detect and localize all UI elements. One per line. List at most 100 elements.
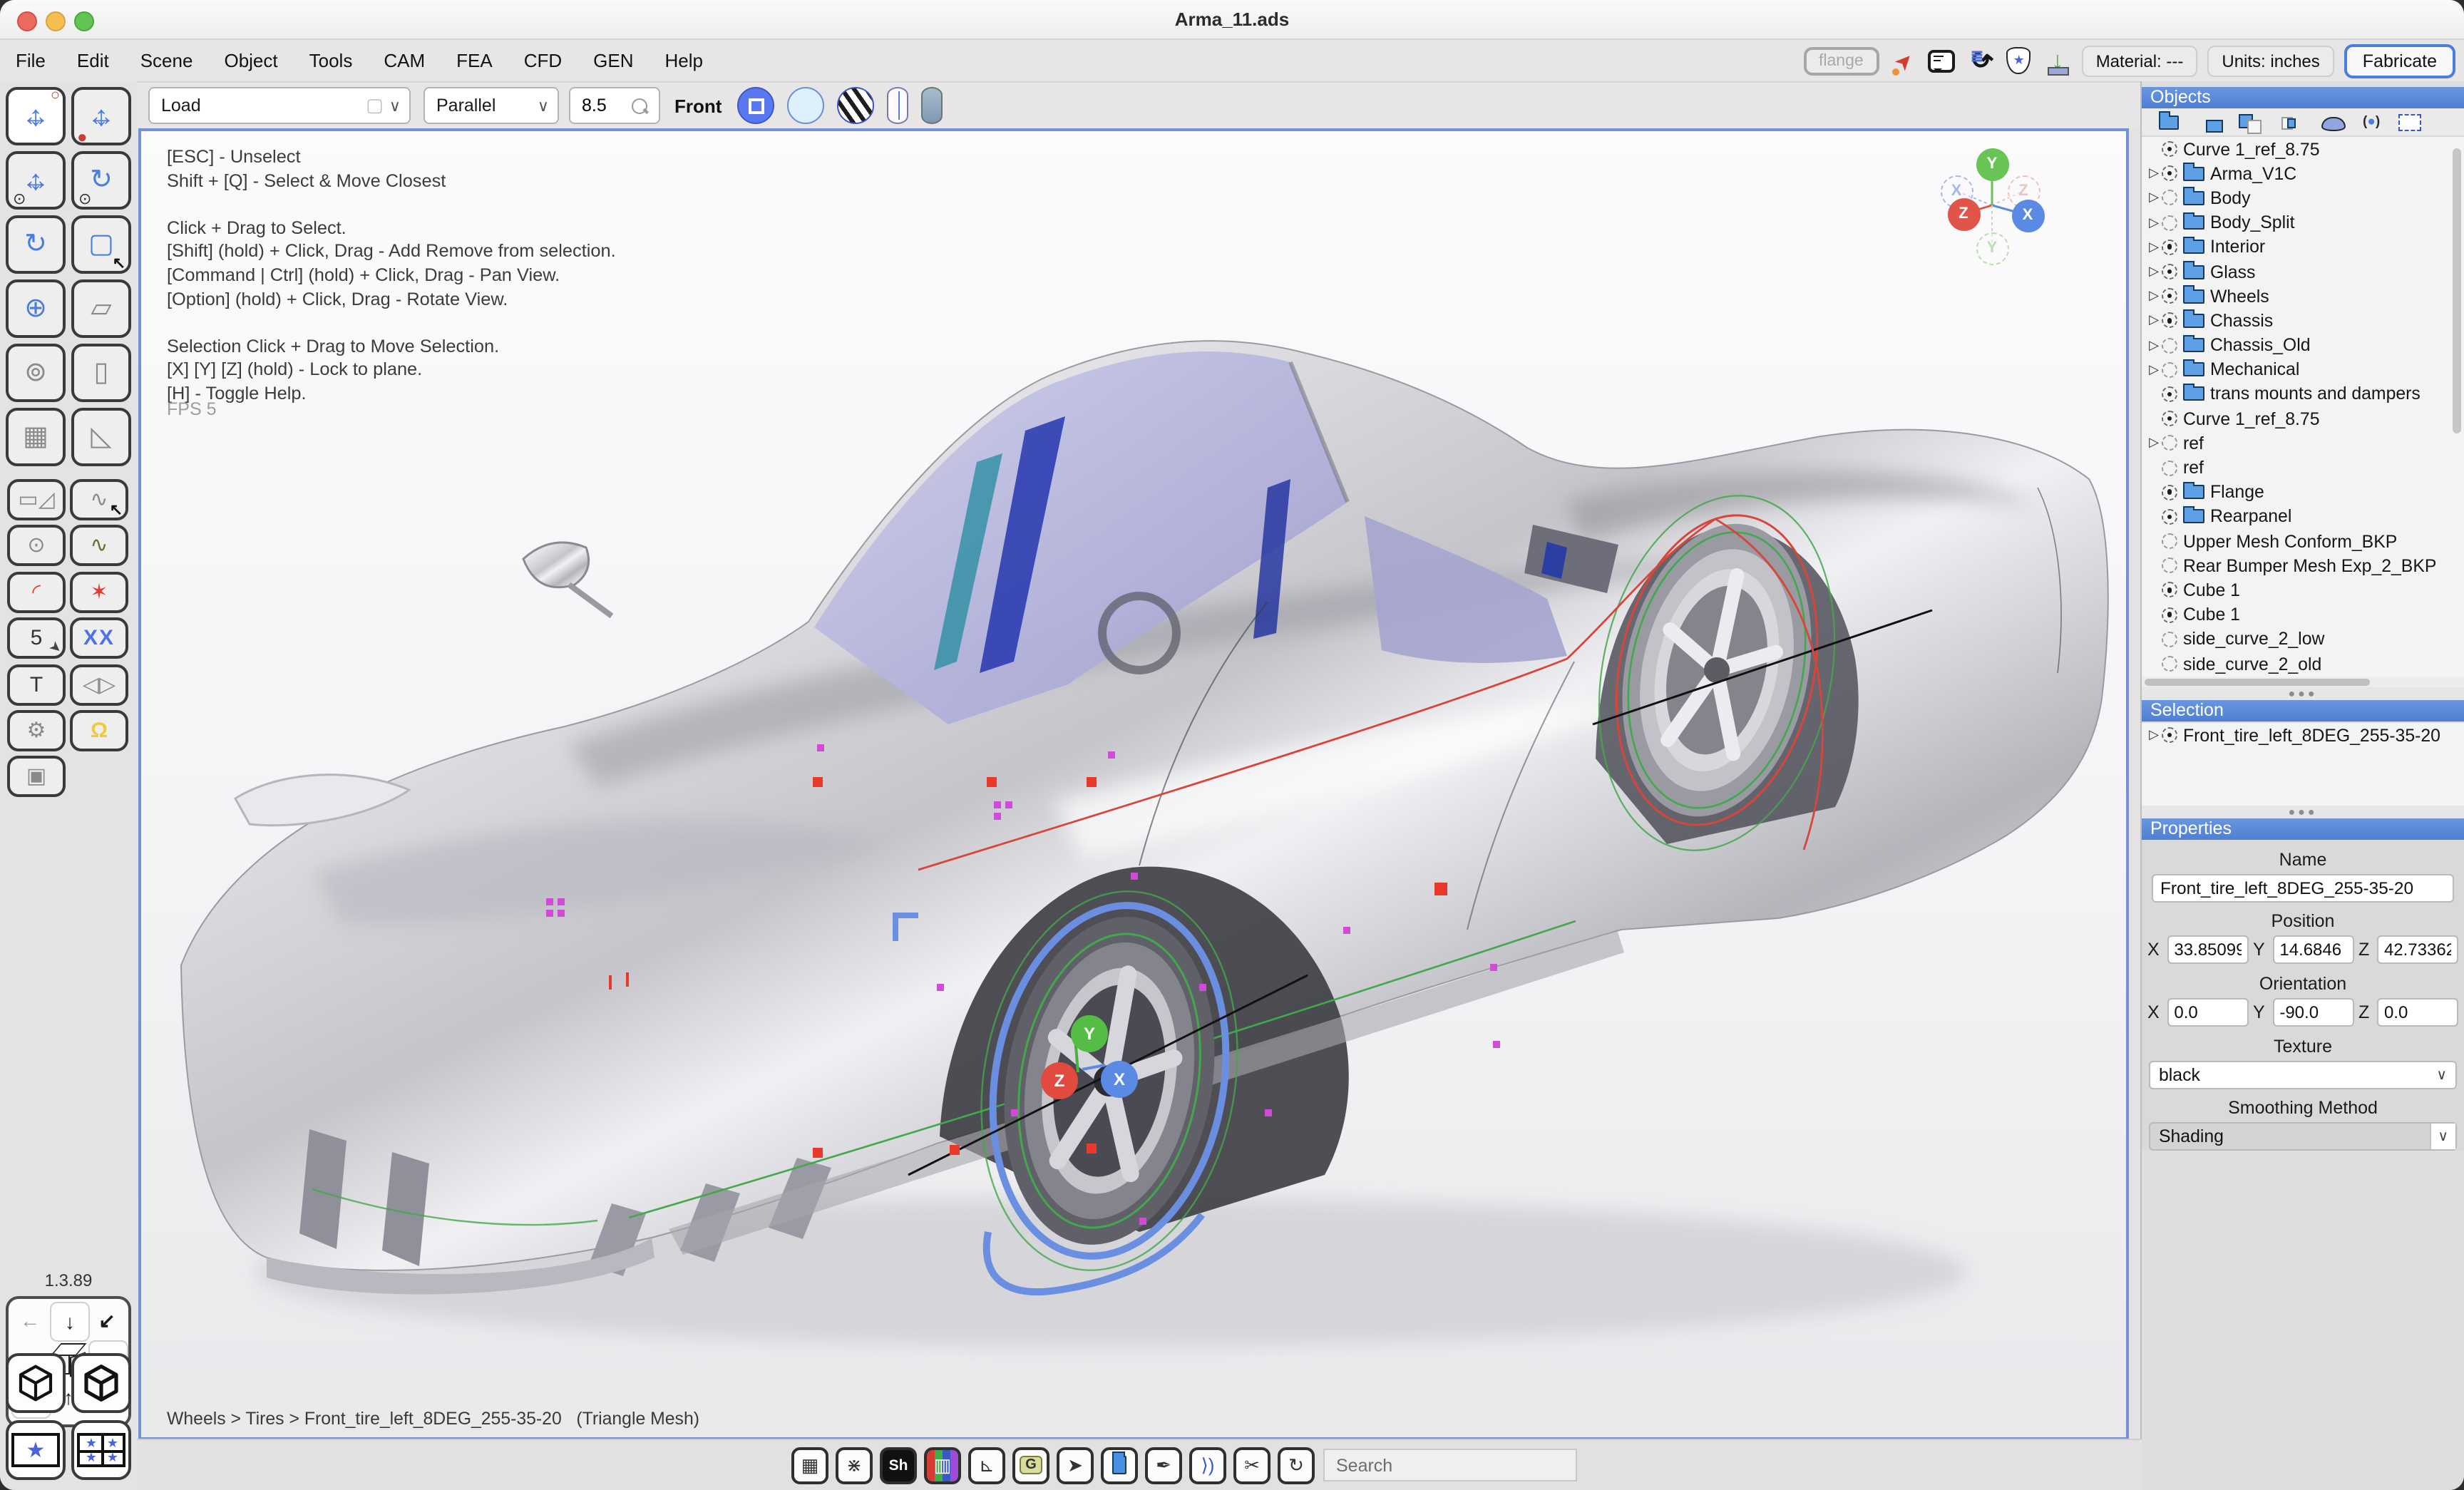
objects-tree-item[interactable]: ▷ref bbox=[2142, 431, 2464, 456]
lod-icon[interactable]: ▦ bbox=[791, 1447, 828, 1484]
menu-cfd[interactable]: CFD bbox=[508, 40, 578, 81]
visibility-toggle-icon[interactable] bbox=[2162, 411, 2177, 426]
orientation-x-field[interactable] bbox=[2167, 998, 2248, 1027]
material-button[interactable]: Material: --- bbox=[2082, 45, 2198, 76]
load-dropdown[interactable]: Load ▢ ∨ bbox=[148, 87, 411, 124]
disc-primitive-tool[interactable]: ⊚ bbox=[6, 344, 66, 402]
cylinder-primitive-tool[interactable]: ▯ bbox=[71, 344, 131, 402]
visibility-toggle-icon[interactable] bbox=[2162, 460, 2177, 476]
menu-gen[interactable]: GEN bbox=[578, 40, 649, 81]
camera-tool[interactable]: ▣ bbox=[7, 756, 66, 798]
objects-tree-item[interactable]: Flange bbox=[2142, 480, 2464, 504]
translate-handle-y[interactable]: Y bbox=[1071, 1015, 1108, 1052]
axis-y[interactable]: Y bbox=[1976, 148, 2008, 180]
objects-tree-item[interactable]: side_curve_2_old bbox=[2142, 652, 2464, 676]
objects-tree-item[interactable]: Cube 1 bbox=[2142, 602, 2464, 627]
disclosure-triangle-icon[interactable]: ▷ bbox=[2146, 288, 2162, 304]
panel-splitter[interactable]: ●●● bbox=[2142, 687, 2464, 700]
disclosure-triangle-icon[interactable]: ▷ bbox=[2146, 215, 2162, 230]
visibility-toggle-icon[interactable] bbox=[2162, 288, 2177, 304]
rotate-object-tool[interactable]: ↻ bbox=[6, 215, 66, 274]
smoothing-dropdown[interactable]: Shading ∨ bbox=[2149, 1122, 2457, 1151]
spray-select-icon[interactable]: ➤ bbox=[1057, 1447, 1094, 1484]
visibility-toggle-icon[interactable] bbox=[2162, 264, 2177, 279]
menu-file[interactable]: File bbox=[0, 40, 61, 81]
tangent-pin-tool[interactable]: T bbox=[7, 664, 66, 705]
panel-splitter[interactable]: ●●● bbox=[2142, 806, 2464, 818]
objects-tree-item[interactable]: ▷Chassis bbox=[2142, 309, 2464, 333]
objects-tree-item[interactable]: ▷Body_Split bbox=[2142, 210, 2464, 235]
axis-y-ghost[interactable]: Y bbox=[1976, 232, 2008, 264]
disclosure-triangle-icon[interactable]: ▷ bbox=[2146, 190, 2162, 206]
position-y-field[interactable] bbox=[2272, 935, 2353, 964]
zoom-field[interactable]: 8.5 bbox=[569, 87, 660, 124]
viewport-3d[interactable]: YXZZXY YZX [ESC] - Unselect Shift + [Q] … bbox=[138, 128, 2129, 1440]
visibility-toggle-icon[interactable] bbox=[2162, 607, 2177, 622]
translate-handle-z[interactable]: Z bbox=[1041, 1062, 1078, 1099]
wireframe-view-button[interactable] bbox=[787, 87, 824, 124]
vertical-scrollbar[interactable] bbox=[2453, 148, 2461, 433]
horizontal-scrollbar[interactable] bbox=[2142, 677, 2464, 687]
nav-arrow-2190[interactable]: ← bbox=[11, 1302, 48, 1339]
visibility-toggle-icon[interactable] bbox=[2162, 215, 2177, 230]
objects-tree-item[interactable]: Cube 1 bbox=[2142, 578, 2464, 602]
spline-tool[interactable]: ∿↖ bbox=[70, 479, 128, 520]
cube-primitive-tool[interactable]: ▱ bbox=[71, 279, 131, 338]
position-x-field[interactable] bbox=[2167, 935, 2248, 964]
isometric-view-alt-button[interactable] bbox=[71, 1353, 131, 1413]
shield-icon[interactable]: ★ bbox=[2005, 46, 2033, 75]
disclosure-triangle-icon[interactable]: ▷ bbox=[2146, 362, 2162, 378]
visibility-toggle-icon[interactable] bbox=[2162, 656, 2177, 672]
objects-tree-item[interactable]: ▷Interior bbox=[2142, 235, 2464, 260]
axis-orientation-gizmo[interactable]: YXZZXY bbox=[1906, 134, 2078, 291]
group-folder-icon[interactable] bbox=[2197, 113, 2220, 130]
menu-object[interactable]: Object bbox=[208, 40, 293, 81]
scissors-icon[interactable]: ✂ bbox=[1233, 1447, 1270, 1484]
select-move-tool[interactable]: ↔↕○ bbox=[6, 87, 66, 145]
flange-button[interactable]: flange bbox=[1803, 46, 1879, 75]
isometric-view-button[interactable] bbox=[6, 1353, 66, 1413]
surface-icon[interactable] bbox=[2321, 113, 2344, 130]
snap-angle-icon[interactable]: ⊾ bbox=[968, 1447, 1005, 1484]
axis-z[interactable]: Z bbox=[1947, 197, 1980, 230]
objects-tree-item[interactable]: ▷Front_tire_left_8DEG_255-35-20 bbox=[2142, 723, 2464, 747]
point-light-tool[interactable]: ✶ bbox=[70, 572, 128, 613]
visibility-toggle-icon[interactable] bbox=[2162, 533, 2177, 549]
menu-help[interactable]: Help bbox=[650, 40, 719, 81]
axis-x[interactable]: X bbox=[2011, 199, 2044, 232]
color-display-icon[interactable]: ▥ bbox=[924, 1447, 961, 1484]
objects-tree-item[interactable]: ▷Body bbox=[2142, 186, 2464, 210]
collapse-icon[interactable]: ⋇ bbox=[836, 1447, 873, 1484]
objects-tree-item[interactable]: Curve 1_ref_8.75 bbox=[2142, 406, 2464, 431]
instance-icon[interactable] bbox=[2280, 113, 2303, 130]
disclosure-triangle-icon[interactable]: ▷ bbox=[2146, 436, 2162, 451]
single-view-layout-button[interactable]: ★ bbox=[6, 1420, 66, 1480]
menu-cam[interactable]: CAM bbox=[368, 40, 441, 81]
visibility-toggle-icon[interactable] bbox=[2162, 484, 2177, 500]
download-icon[interactable]: ↓ bbox=[2043, 46, 2072, 75]
cylinder-solid-button[interactable] bbox=[921, 87, 943, 124]
objects-tree-item[interactable]: trans mounts and dampers bbox=[2142, 382, 2464, 406]
nav-arrow-2193[interactable]: ↓ bbox=[50, 1302, 90, 1342]
menu-edit[interactable]: Edit bbox=[61, 40, 125, 81]
objects-tree-item[interactable]: ▷Arma_V1C bbox=[2142, 161, 2464, 185]
mesh-plane-tool[interactable]: ◺ bbox=[71, 408, 131, 466]
cylinder-outline-button[interactable] bbox=[887, 87, 908, 124]
fabricate-button[interactable]: Fabricate bbox=[2344, 43, 2455, 78]
visibility-toggle-icon[interactable] bbox=[2162, 582, 2177, 598]
visibility-toggle-icon[interactable] bbox=[2162, 337, 2177, 353]
marquee-select-tool[interactable]: ▢↖ bbox=[71, 215, 131, 274]
objects-tree-item[interactable]: ref bbox=[2142, 456, 2464, 480]
objects-tree-item[interactable]: Rear Bumper Mesh Exp_2_BKP bbox=[2142, 553, 2464, 577]
visibility-toggle-icon[interactable] bbox=[2162, 632, 2177, 647]
objects-tree-item[interactable]: side_curve_2_low bbox=[2142, 627, 2464, 652]
clamp-tool[interactable]: XX bbox=[70, 617, 128, 659]
circle-tool[interactable]: ⊙ bbox=[7, 525, 66, 567]
disclosure-triangle-icon[interactable]: ▷ bbox=[2146, 727, 2162, 743]
objects-tree-item[interactable]: Curve 1_ref_8.75 bbox=[2142, 137, 2464, 161]
polygon-tool[interactable]: ▭◿ bbox=[7, 479, 66, 520]
shaded-view-button[interactable] bbox=[737, 87, 774, 124]
objects-tree-item[interactable]: ▷Mechanical bbox=[2142, 357, 2464, 381]
visibility-toggle-icon[interactable] bbox=[2162, 141, 2177, 157]
duplicate-icon[interactable] bbox=[2239, 113, 2262, 130]
